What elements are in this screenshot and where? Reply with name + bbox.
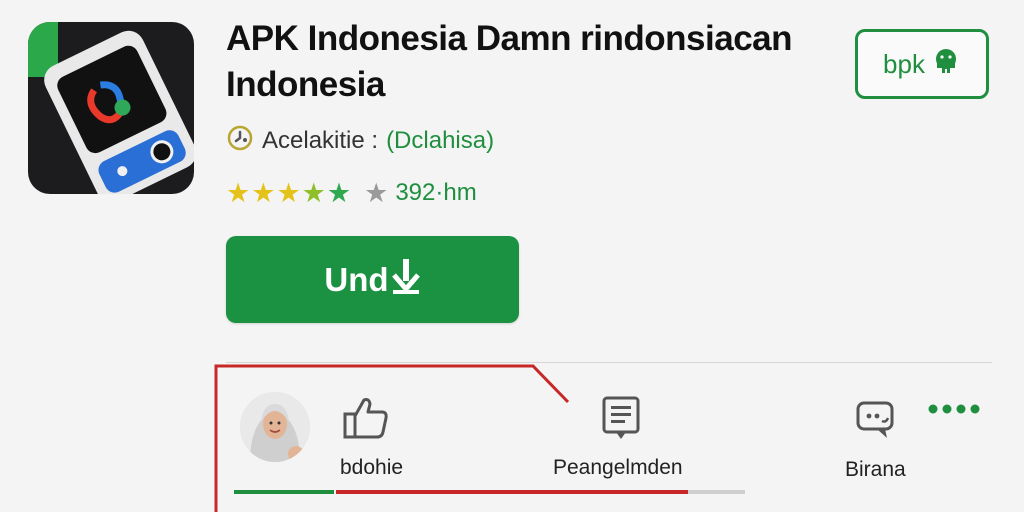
download-icon [391, 257, 421, 303]
star-icon: ★ [226, 177, 251, 208]
install-button[interactable]: Und [226, 236, 519, 323]
tab-3-label[interactable]: Birana [845, 458, 906, 482]
star-icon: ★ [301, 177, 326, 208]
progress-fill [336, 490, 688, 494]
star-icon: ★ [251, 177, 276, 208]
active-tab-indicator [234, 490, 334, 494]
star-outline-icon: ★ [364, 177, 389, 208]
clock-icon [226, 124, 254, 159]
star-icon: ★ [276, 177, 301, 208]
section-divider [226, 362, 992, 363]
tab-like-icon-wrap[interactable] [342, 396, 390, 445]
rating-count: 392·hm [395, 179, 477, 206]
top-action-button[interactable]: bpk [855, 29, 989, 99]
top-action-label: bpk [883, 48, 925, 79]
developer-row: Acelakitie : (Dclahisa) [226, 124, 494, 158]
thumbs-up-icon [342, 398, 390, 444]
tab-2-label[interactable]: Peangelmden [553, 456, 683, 480]
more-dots-icon[interactable] [928, 402, 982, 420]
tab-document-icon-wrap[interactable] [601, 396, 641, 447]
developer-name[interactable]: (Dclahisa) [386, 127, 494, 155]
android-icon [931, 46, 961, 83]
rating-row: ★ ★ ★ ★ ★ ★ 392·hm [226, 176, 477, 210]
install-label: Und [324, 260, 389, 298]
avatar[interactable] [240, 392, 310, 462]
tab-chat-icon-wrap[interactable] [855, 400, 901, 447]
developer-label: Acelakitie : [262, 127, 379, 154]
app-icon [28, 22, 194, 194]
chat-icon [855, 401, 901, 446]
tab-1-label[interactable]: bdohie [340, 456, 403, 480]
app-title: APK Indonesia Damn rindonsiacan Indonesi… [226, 19, 793, 104]
star-icon: ★ [326, 177, 352, 208]
document-icon [601, 396, 641, 446]
